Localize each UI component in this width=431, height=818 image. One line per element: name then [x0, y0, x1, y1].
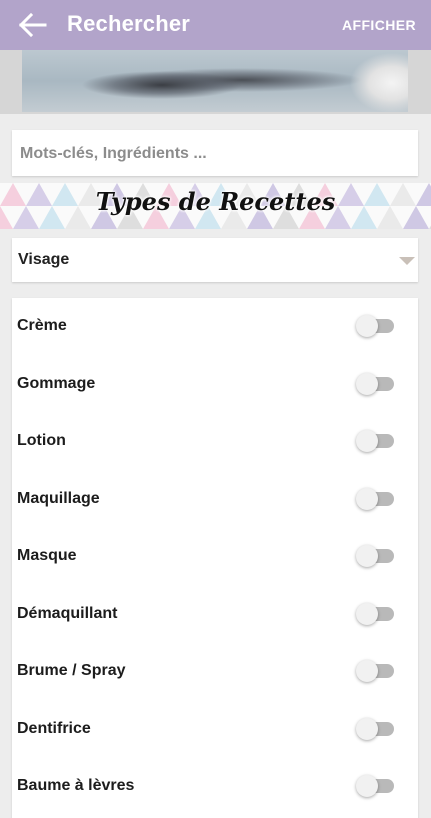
recipe-type-label: Maquillage [17, 489, 100, 507]
recipe-type-label: Démaquillant [17, 604, 118, 622]
toggle-thumb [356, 545, 378, 567]
recipe-type-row: Dentifrice [12, 701, 418, 758]
afficher-button[interactable]: AFFICHER [342, 17, 416, 33]
recipe-type-list: Crème Gommage Lotion Maquillage Masque Démaqu… [12, 298, 418, 818]
recipe-type-toggle[interactable] [356, 602, 394, 626]
recipe-type-toggle[interactable] [356, 717, 394, 741]
app-bar: Rechercher AFFICHER [0, 0, 431, 50]
toggle-thumb [356, 717, 378, 740]
toggle-thumb [356, 660, 378, 682]
toggle-thumb [356, 487, 378, 510]
recipe-type-toggle[interactable] [356, 314, 394, 338]
banner-image [22, 50, 408, 112]
recipe-type-row: Crème [12, 298, 418, 355]
category-select-value: Visage [18, 251, 70, 268]
recipe-type-toggle[interactable] [356, 487, 394, 511]
toggle-thumb [356, 430, 378, 452]
toggle-thumb [356, 775, 378, 797]
recipe-type-label: Dentifrice [17, 719, 91, 737]
recipe-type-toggle[interactable] [356, 774, 394, 798]
recipe-type-row: Lotion [12, 413, 418, 470]
recipe-type-toggle[interactable] [356, 659, 394, 683]
types-section-title: Types de Recettes [95, 187, 336, 216]
recipe-type-row: Baume à lèvres [12, 758, 418, 815]
recipe-type-label: Lotion [17, 432, 66, 449]
recipe-type-label: Crème [17, 317, 67, 334]
recipe-type-row: Masque [12, 528, 418, 585]
recipe-type-label: Baume à lèvres [17, 777, 135, 794]
toggle-thumb [356, 372, 378, 395]
recipe-type-toggle[interactable] [356, 372, 394, 396]
dropdown-caret-icon [399, 257, 415, 265]
recipe-type-row: Démaquillant [12, 586, 418, 643]
toggle-thumb [356, 602, 378, 625]
search-card [12, 130, 418, 178]
toggle-thumb [356, 315, 378, 337]
recipe-type-label: Masque [17, 547, 77, 564]
recipe-type-row: Gommage [12, 356, 418, 413]
recipe-type-label: Gommage [17, 374, 96, 392]
recipe-type-row: Brume / Spray [12, 643, 418, 700]
recipe-type-row: Maquillage [12, 471, 418, 528]
back-arrow-icon[interactable] [18, 12, 47, 38]
recipe-type-toggle[interactable] [356, 544, 394, 568]
recipe-type-toggle[interactable] [356, 429, 394, 453]
page-title: Rechercher [67, 11, 191, 36]
recipe-type-label: Brume / Spray [17, 662, 126, 679]
search-input[interactable] [18, 130, 412, 178]
category-select[interactable]: Visage [12, 238, 418, 282]
